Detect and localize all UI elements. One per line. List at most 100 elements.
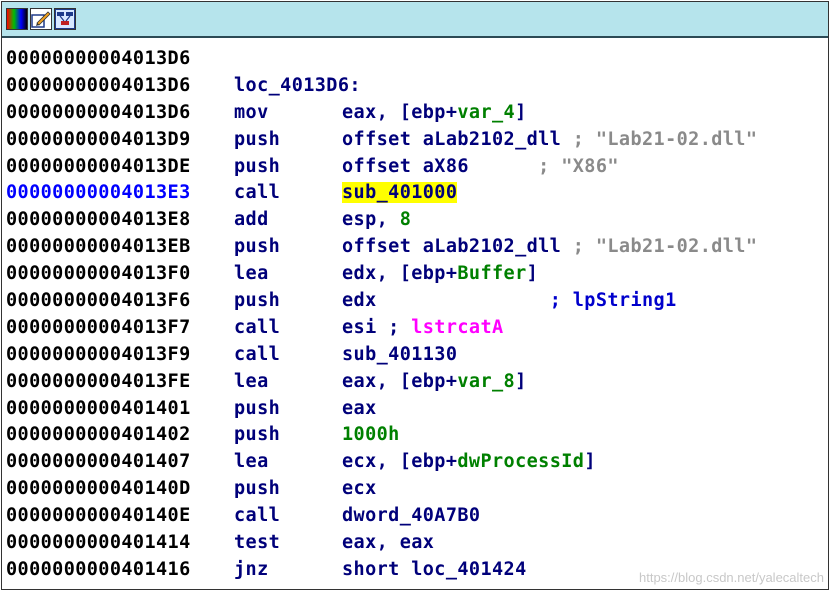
- listing-line[interactable]: 0000000000401414 test eax, eax: [6, 530, 828, 557]
- listing-line[interactable]: 0000000000401402 push 1000h: [6, 422, 828, 449]
- operands[interactable]: offset aX86 ; "X86": [342, 154, 619, 181]
- operands[interactable]: eax: [342, 396, 377, 423]
- string-comment: ; "Lab21-02.dll": [561, 128, 758, 150]
- mnemonic: mov: [234, 101, 269, 123]
- mnemonic: lea: [234, 451, 269, 473]
- operands[interactable]: sub_401000: [342, 180, 458, 207]
- edit-graph-icon[interactable]: [30, 8, 52, 30]
- operand-text: eax: [342, 397, 377, 419]
- immediate-value: 8: [399, 209, 412, 231]
- node-titlebar: [2, 2, 828, 38]
- address: 0000000000401402: [6, 424, 191, 446]
- immediate-value: 1000h: [342, 424, 400, 446]
- address: 00000000004013D6: [6, 101, 191, 123]
- watermark-text: https://blog.csdn.net/yalecaltech: [638, 570, 824, 585]
- listing-line[interactable]: 00000000004013D6 loc_4013D6:: [6, 73, 828, 100]
- listing-line[interactable]: 00000000004013E8 add esp, 8: [6, 207, 828, 234]
- listing-line[interactable]: 000000000040140E call dword_40A7B0: [6, 503, 828, 530]
- address: 00000000004013D6: [6, 74, 191, 96]
- mnemonic: call: [234, 316, 281, 338]
- listing-line[interactable]: 00000000004013D6 mov eax, [ebp+var_4]: [6, 100, 828, 127]
- operands[interactable]: offset aLab2102_dll ; "Lab21-02.dll": [342, 234, 757, 261]
- highlighted-operand: sub_401000: [342, 182, 458, 204]
- operands[interactable]: edx, [ebp+Buffer]: [342, 261, 538, 288]
- disassembly-listing: 00000000004013D6 00000000004013D6 loc_4013…: [6, 46, 828, 584]
- address: 00000000004013E3: [6, 182, 191, 204]
- stack-variable: var_4: [457, 101, 516, 123]
- address: 0000000000401416: [6, 558, 191, 580]
- operands[interactable]: dword_40A7B0: [342, 503, 480, 530]
- operand-text: offset aLab2102_dll: [342, 236, 562, 258]
- string-comment: ; "X86": [468, 155, 619, 177]
- listing-line[interactable]: 000000000040140D push ecx: [6, 476, 828, 503]
- param-comment: ; lpString1: [376, 290, 677, 312]
- stack-variable: var_8: [457, 370, 516, 392]
- mnemonic: call: [234, 343, 281, 365]
- listing-line[interactable]: 00000000004013E3 call sub_401000: [6, 180, 828, 207]
- mnemonic: call: [234, 182, 281, 204]
- address: 00000000004013F7: [6, 316, 191, 338]
- operand-text: offset aLab2102_dll: [342, 128, 562, 150]
- operand-text: ecx: [342, 478, 377, 500]
- operand-text: eax, [ebp+: [342, 101, 458, 123]
- mnemonic: jnz: [234, 558, 269, 580]
- address: 00000000004013D6: [6, 48, 191, 69]
- operand-text: ]: [515, 101, 527, 123]
- operands[interactable]: short loc_401424: [342, 557, 527, 584]
- listing-line[interactable]: 00000000004013F0 lea edx, [ebp+Buffer]: [6, 261, 828, 288]
- operands[interactable]: esp, 8: [342, 207, 411, 234]
- operand-text: ]: [515, 370, 527, 392]
- address: 00000000004013EB: [6, 236, 191, 258]
- address: 00000000004013E8: [6, 209, 191, 231]
- operands[interactable]: edx ; lpString1: [342, 288, 677, 315]
- color-palette-icon[interactable]: [6, 8, 28, 30]
- operands[interactable]: eax, [ebp+var_8]: [342, 369, 527, 396]
- stack-variable: Buffer: [457, 263, 527, 285]
- address: 000000000040140D: [6, 478, 191, 500]
- operand-text: edx: [342, 290, 377, 312]
- listing-line[interactable]: 00000000004013FE lea eax, [ebp+var_8]: [6, 369, 828, 396]
- listing-line[interactable]: 00000000004013DE push offset aX86 ; "X86": [6, 154, 828, 181]
- listing-line[interactable]: 00000000004013F9 call sub_401130: [6, 342, 828, 369]
- operand-text: short loc_401424: [342, 558, 527, 580]
- address: 0000000000401401: [6, 397, 191, 419]
- mnemonic: push: [234, 236, 281, 258]
- address: 00000000004013DE: [6, 155, 191, 177]
- operand-text: eax, eax: [342, 532, 435, 554]
- operands[interactable]: ecx: [342, 476, 377, 503]
- operand-text: sub_401130: [342, 343, 458, 365]
- graph-overview-icon[interactable]: [54, 8, 76, 30]
- mnemonic: add: [234, 209, 269, 231]
- listing-line[interactable]: 00000000004013F7 call esi ; lstrcatA: [6, 315, 828, 342]
- listing-line[interactable]: 00000000004013F6 push edx ; lpString1: [6, 288, 828, 315]
- operand-text: edx, [ebp+: [342, 263, 458, 285]
- operands[interactable]: eax, [ebp+var_4]: [342, 100, 527, 127]
- listing-line[interactable]: 00000000004013D9 push offset aLab2102_dll …: [6, 127, 828, 154]
- operands[interactable]: offset aLab2102_dll ; "Lab21-02.dll": [342, 127, 757, 154]
- mnemonic: push: [234, 424, 281, 446]
- operand-text: offset aX86: [342, 155, 469, 177]
- address: 000000000040140E: [6, 505, 191, 527]
- address: 00000000004013F0: [6, 263, 191, 285]
- ida-graph-node-window: 00000000004013D6 00000000004013D6 loc_4013…: [1, 1, 829, 590]
- mnemonic: test: [234, 532, 281, 554]
- listing-line[interactable]: 0000000000401407 lea ecx, [ebp+dwProcessId…: [6, 449, 828, 476]
- stack-variable: dwProcessId: [457, 451, 585, 473]
- address: 0000000000401414: [6, 532, 191, 554]
- operands[interactable]: eax, eax: [342, 530, 434, 557]
- operands[interactable]: sub_401130: [342, 342, 457, 369]
- mnemonic: push: [234, 128, 281, 150]
- mnemonic: push: [234, 397, 281, 419]
- code-label[interactable]: loc_4013D6:: [234, 73, 361, 100]
- operands[interactable]: esi ; lstrcatA: [342, 315, 504, 342]
- operands[interactable]: 1000h: [342, 422, 400, 449]
- mnemonic: push: [234, 290, 281, 312]
- operand-text: esp,: [342, 209, 400, 231]
- operands[interactable]: ecx, [ebp+dwProcessId]: [342, 449, 596, 476]
- listing-line[interactable]: 0000000000401401 push eax: [6, 396, 828, 423]
- address: 00000000004013D9: [6, 128, 191, 150]
- address: 00000000004013F6: [6, 290, 191, 312]
- listing-line[interactable]: 00000000004013D6: [6, 46, 828, 73]
- address: 0000000000401407: [6, 451, 191, 473]
- listing-line[interactable]: 00000000004013EB push offset aLab2102_dll …: [6, 234, 828, 261]
